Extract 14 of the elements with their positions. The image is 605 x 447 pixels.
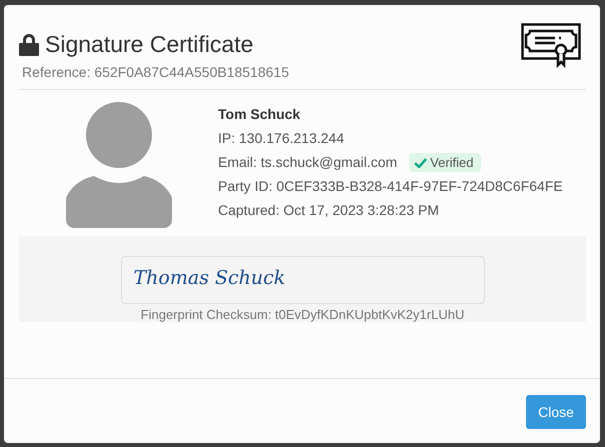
email-text: Email: ts.schuck@gmail.com bbox=[218, 154, 398, 170]
avatar-icon bbox=[66, 102, 172, 228]
reference-text: Reference: 652F0A87C44A550B18518615 bbox=[22, 64, 289, 80]
captured-text: Captured: Oct 17, 2023 3:28:23 PM bbox=[218, 201, 440, 220]
ip-text: IP: 130.176.213.244 bbox=[218, 129, 346, 148]
signer-name: Tom Schuck bbox=[218, 105, 302, 124]
certificate-icon bbox=[521, 23, 581, 68]
checksum-text: Fingerprint Checksum: t0EvDyfKDnKUpbtKvK2y1rLUhU bbox=[140, 307, 464, 322]
party-id-text: Party ID: 0CEF333B-B328-414F-97EF-724D8C6F64FE bbox=[218, 177, 563, 196]
verified-badge: Verified bbox=[409, 152, 481, 172]
lock-icon bbox=[19, 33, 39, 56]
close-button[interactable]: Close bbox=[526, 394, 586, 428]
dialog-title: Signature Certificate bbox=[45, 31, 254, 58]
signature-text: Thomas Schuck bbox=[134, 267, 286, 289]
